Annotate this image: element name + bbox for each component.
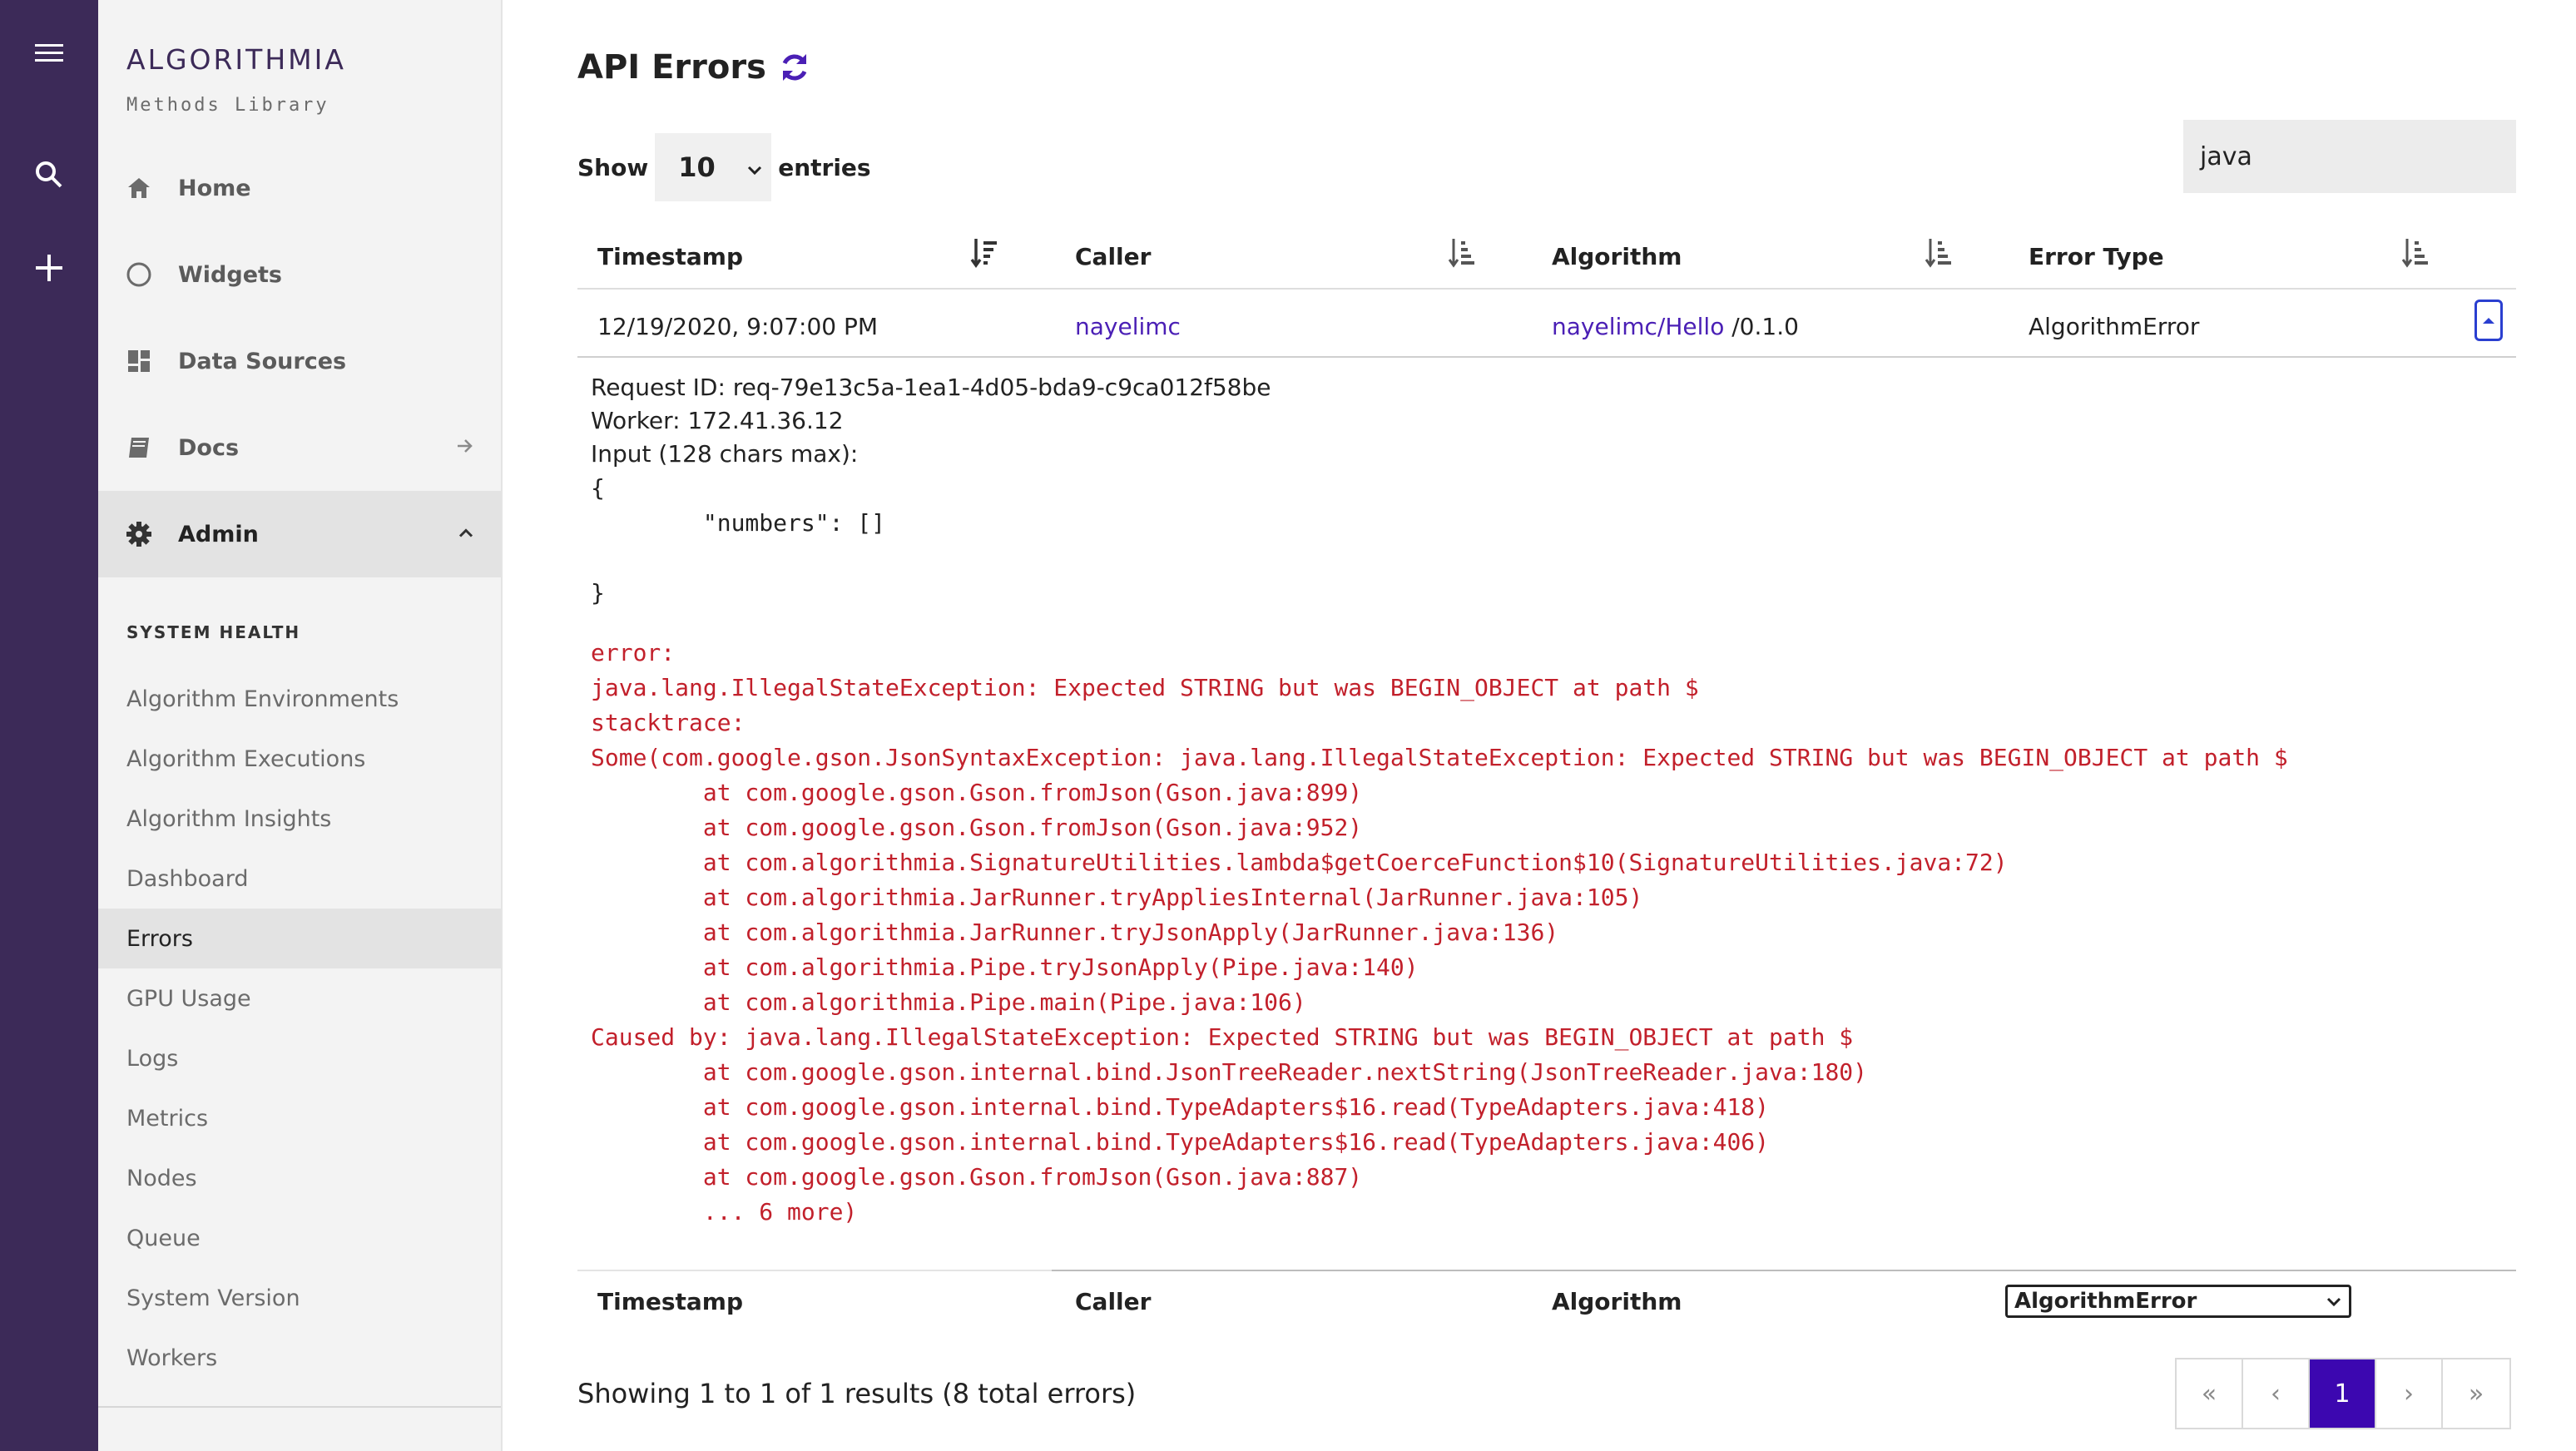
sidebar-item-algorithm-executions[interactable]: Algorithm Executions: [98, 729, 501, 789]
left-rail: [0, 0, 98, 1451]
sidebar-item-gpu-usage[interactable]: GPU Usage: [98, 968, 501, 1028]
results-summary: Showing 1 to 1 of 1 results (8 total err…: [577, 1378, 1137, 1409]
entries-control: Show 10 entries: [577, 133, 871, 201]
sidebar-divider: [98, 1406, 501, 1408]
error-type-filter-value: AlgorithmError: [2014, 1289, 2197, 1314]
pagination: « ‹ 1 › »: [2175, 1358, 2511, 1429]
page-last-button[interactable]: »: [2443, 1359, 2509, 1428]
sidebar-item-workers[interactable]: Workers: [98, 1328, 501, 1388]
table-header-divider: [577, 288, 2516, 290]
table-footer-divider-light: [577, 1270, 1052, 1271]
page-title-text: API Errors: [577, 48, 766, 87]
footer-column-timestamp: Timestamp: [597, 1287, 744, 1315]
refresh-icon[interactable]: [778, 51, 811, 84]
search-input[interactable]: java: [2183, 120, 2516, 193]
caret-up-icon: [2483, 318, 2494, 324]
sidebar-item-logs[interactable]: Logs: [98, 1028, 501, 1088]
section-title: SYSTEM HEALTH: [126, 622, 301, 642]
nav-item-label: Admin: [178, 521, 259, 547]
sort-icon[interactable]: [1448, 236, 1476, 273]
arrow-right-icon: [456, 438, 474, 458]
book-icon: [125, 433, 153, 462]
algorithm-version: /0.1.0: [1724, 312, 1799, 340]
gear-icon: [125, 520, 153, 548]
nav-item-label: Home: [178, 175, 251, 201]
column-header-caller[interactable]: Caller: [1075, 223, 1151, 290]
column-header-algorithm[interactable]: Algorithm: [1552, 223, 1682, 290]
sidebar-item-dashboard[interactable]: Dashboard: [98, 849, 501, 909]
sidebar-item-nodes[interactable]: Nodes: [98, 1148, 501, 1208]
row-divider: [577, 356, 2516, 358]
cell-error-type: AlgorithmError: [2029, 312, 2200, 340]
nav-item-widgets[interactable]: Widgets: [98, 231, 501, 318]
entries-select[interactable]: 10: [655, 133, 772, 201]
sort-desc-icon[interactable]: [970, 236, 998, 273]
nav-item-data-sources[interactable]: Data Sources: [98, 318, 501, 404]
circle-icon: [125, 260, 153, 289]
collapse-row-button[interactable]: [2474, 300, 2503, 341]
entries-label: entries: [778, 153, 871, 181]
grid-icon: [125, 347, 153, 375]
input-label: Input (128 chars max):: [591, 440, 859, 468]
footer-column-caller: Caller: [1075, 1287, 1152, 1315]
error-stacktrace: error: java.lang.IllegalStateException: …: [591, 639, 2288, 1226]
sidebar-item-algorithm-insights[interactable]: Algorithm Insights: [98, 789, 501, 849]
sidebar-item-algorithm-environments[interactable]: Algorithm Environments: [98, 669, 501, 729]
page-current-button[interactable]: 1: [2310, 1359, 2376, 1428]
column-header-timestamp[interactable]: Timestamp: [597, 223, 743, 290]
sidebar-item-queue[interactable]: Queue: [98, 1208, 501, 1268]
input-body: { "numbers": [] }: [591, 474, 886, 607]
page-title: API Errors: [577, 48, 811, 87]
home-icon: [125, 174, 153, 202]
chevron-up-icon: [458, 527, 474, 542]
page-next-button[interactable]: ›: [2376, 1359, 2443, 1428]
cell-timestamp: 12/19/2020, 9:07:00 PM: [597, 312, 879, 340]
search-icon[interactable]: [0, 150, 98, 200]
nav-item-label: Docs: [178, 434, 240, 461]
nav-item-admin[interactable]: Admin: [98, 491, 501, 577]
nav-item-label: Widgets: [178, 261, 282, 288]
column-header-error-type[interactable]: Error Type: [2029, 223, 2164, 290]
logo-subtitle: Methods Library: [126, 95, 329, 116]
nav-item-docs[interactable]: Docs: [98, 404, 501, 491]
sidebar-item-system-version[interactable]: System Version: [98, 1268, 501, 1328]
page-first-button[interactable]: «: [2177, 1359, 2243, 1428]
error-type-filter-select[interactable]: AlgorithmError: [2005, 1285, 2351, 1318]
search-value: java: [2200, 141, 2252, 171]
sidebar: ALGORITHMIA Methods Library Home Widgets…: [98, 0, 503, 1451]
cell-algorithm: nayelimc/Hello /0.1.0: [1552, 303, 1799, 349]
sidebar-item-errors[interactable]: Errors: [98, 909, 501, 968]
menu-icon[interactable]: [0, 28, 98, 78]
entries-value: 10: [678, 151, 716, 183]
logo[interactable]: ALGORITHMIA: [126, 43, 346, 76]
chevron-down-icon: [746, 151, 763, 183]
request-id: Request ID: req-79e13c5a-1ea1-4d05-bda9-…: [591, 374, 1271, 401]
page-prev-button[interactable]: ‹: [2243, 1359, 2310, 1428]
sort-icon[interactable]: [1925, 236, 1953, 273]
sidebar-item-metrics[interactable]: Metrics: [98, 1088, 501, 1148]
cell-caller-link[interactable]: nayelimc: [1075, 303, 1181, 349]
error-detail: Request ID: req-79e13c5a-1ea1-4d05-bda9-…: [591, 371, 1271, 471]
worker: Worker: 172.41.36.12: [591, 407, 844, 434]
nav-item-label: Data Sources: [178, 348, 347, 374]
plus-icon[interactable]: [0, 243, 98, 293]
show-label: Show: [577, 153, 649, 181]
footer-column-algorithm: Algorithm: [1552, 1287, 1682, 1315]
algorithm-link[interactable]: nayelimc/Hello: [1552, 313, 1724, 340]
sort-icon[interactable]: [2401, 236, 2430, 273]
chevron-down-icon: [2326, 1289, 2342, 1314]
nav-item-home[interactable]: Home: [98, 145, 501, 231]
